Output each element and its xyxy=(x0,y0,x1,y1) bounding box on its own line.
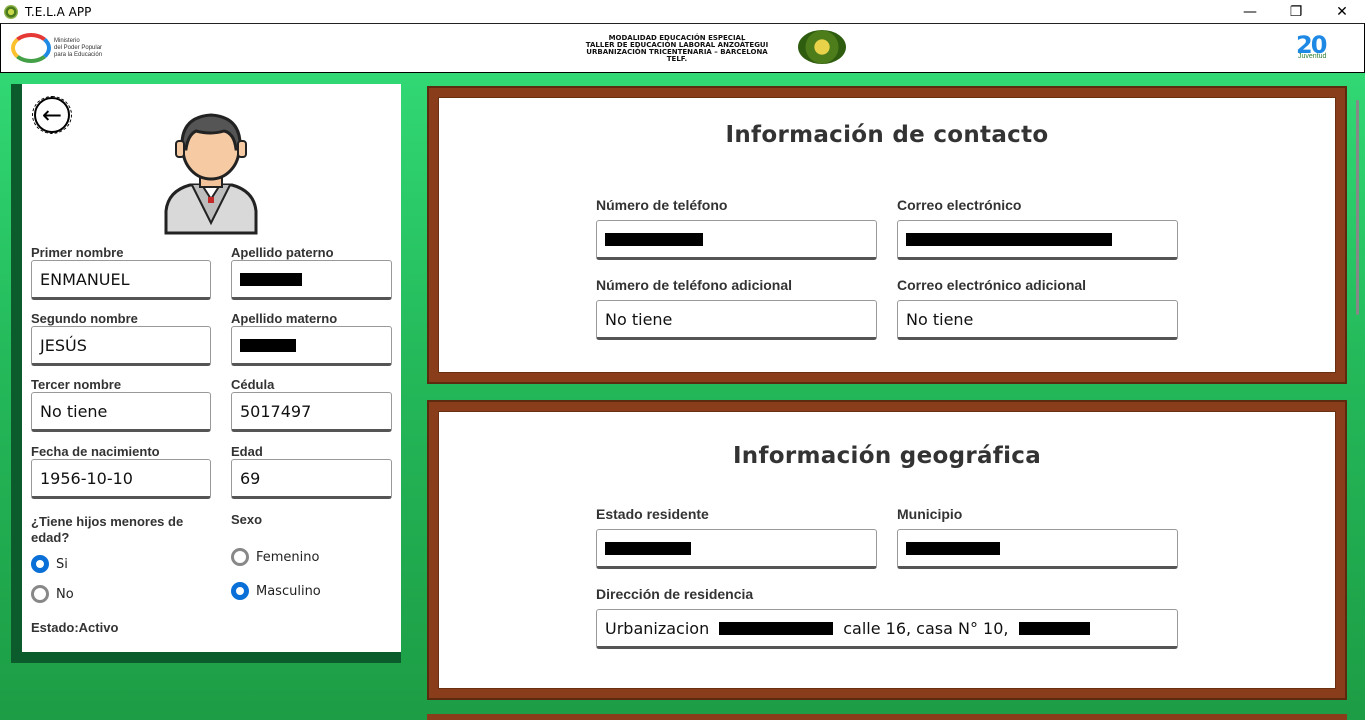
geographic-info-title: Información geográfica xyxy=(732,443,1042,469)
redacted-value xyxy=(719,621,834,635)
extra-phone-field[interactable]: No tiene xyxy=(596,300,877,340)
address-field[interactable]: Urbanizacion calle 16, casa N° 10, xyxy=(596,609,1178,649)
extra-email-label: Correo electrónico adicional xyxy=(897,277,1087,293)
back-button[interactable]: ← xyxy=(32,96,72,134)
children-no-radio[interactable]: No xyxy=(31,585,74,603)
address-part: calle 16, casa N° 10, xyxy=(843,618,1009,638)
age-field[interactable]: 69 xyxy=(231,459,392,499)
ministry-logo: Ministerio del Poder Popular para la Edu… xyxy=(11,33,102,63)
institution-text: MODALIDAD EDUCACIÓN ESPECIAL TALLER DE E… xyxy=(562,35,792,63)
state-field[interactable] xyxy=(596,529,877,569)
vertical-scrollbar[interactable] xyxy=(1356,100,1359,315)
contact-info-title: Información de contacto xyxy=(725,122,1049,148)
status-text: Estado:Activo xyxy=(31,620,119,635)
phone-field[interactable] xyxy=(596,220,877,260)
radio-label: No xyxy=(56,586,74,602)
age-label: Edad xyxy=(231,444,263,459)
radio-unselected-icon xyxy=(31,585,49,603)
institution-seal-icon xyxy=(798,30,846,64)
redacted-value xyxy=(605,232,703,246)
address-label: Dirección de residencia xyxy=(596,586,754,602)
restore-button[interactable]: ❐ xyxy=(1273,0,1319,23)
extra-email-field[interactable]: No tiene xyxy=(897,300,1178,340)
juventud-logo-label: Juventud xyxy=(1298,53,1327,60)
maternal-surname-field[interactable] xyxy=(231,326,392,366)
state-label: Estado residente xyxy=(596,506,709,522)
first-name-label: Primer nombre xyxy=(31,245,124,260)
radio-label: Si xyxy=(56,556,68,572)
children-yes-radio[interactable]: Si xyxy=(31,555,68,573)
phone-label: Número de teléfono xyxy=(596,197,728,213)
redacted-value xyxy=(906,232,1112,246)
id-number-label: Cédula xyxy=(231,377,275,392)
municipality-field[interactable] xyxy=(897,529,1178,569)
radio-selected-icon xyxy=(31,555,49,573)
ministry-logo-line: para la Educación xyxy=(54,51,103,58)
email-label: Correo electrónico xyxy=(897,197,1022,213)
sex-male-radio[interactable]: Masculino xyxy=(231,582,321,600)
app-header: Ministerio del Poder Popular para la Edu… xyxy=(0,23,1365,73)
paternal-surname-label: Apellido paterno xyxy=(231,245,334,260)
birth-date-label: Fecha de nacimiento xyxy=(31,444,160,459)
redacted-value xyxy=(605,541,691,555)
close-button[interactable]: ✕ xyxy=(1319,0,1365,23)
minimize-button[interactable]: — xyxy=(1227,0,1273,23)
third-name-label: Tercer nombre xyxy=(31,377,122,392)
juventud-logo: 20 Juventud xyxy=(1296,33,1354,63)
second-name-label: Segundo nombre xyxy=(31,311,138,326)
arrow-left-icon: ← xyxy=(34,97,70,133)
birth-date-field[interactable]: 1956-10-10 xyxy=(31,459,211,499)
sex-label: Sexo xyxy=(231,512,263,527)
third-name-field[interactable]: No tiene xyxy=(31,392,211,432)
redacted-value xyxy=(906,541,1000,555)
municipality-label: Municipio xyxy=(897,506,963,522)
maternal-surname-label: Apellido materno xyxy=(231,311,338,326)
app-logo-icon xyxy=(4,4,18,19)
window-title: T.E.L.A APP xyxy=(25,4,92,19)
window-titlebar: T.E.L.A APP — ❐ ✕ xyxy=(0,0,1365,23)
redacted-value xyxy=(240,272,302,286)
ministry-logo-line: Ministerio xyxy=(54,37,80,44)
children-question-label: ¿Tiene hijos menores de edad? xyxy=(31,514,184,545)
extra-phone-label: Número de teléfono adicional xyxy=(596,277,793,293)
ministry-logo-icon xyxy=(11,33,51,63)
ministry-logo-line: del Poder Popular xyxy=(54,44,103,51)
radio-unselected-icon xyxy=(231,548,249,566)
next-panel-edge xyxy=(427,714,1347,720)
radio-label: Masculino xyxy=(256,583,321,599)
id-number-field[interactable]: 5017497 xyxy=(231,392,392,432)
second-name-field[interactable]: JESÚS xyxy=(31,326,211,366)
radio-label: Femenino xyxy=(256,549,320,565)
first-name-field[interactable]: ENMANUEL xyxy=(31,260,211,300)
redacted-value xyxy=(1018,621,1090,635)
radio-selected-icon xyxy=(231,582,249,600)
redacted-value xyxy=(240,338,296,352)
institution-line: TELF. xyxy=(666,55,688,63)
address-part: Urbanizacion xyxy=(605,618,710,638)
sex-female-radio[interactable]: Femenino xyxy=(231,548,319,566)
paternal-surname-field[interactable] xyxy=(231,260,392,300)
student-avatar-icon xyxy=(164,113,258,235)
email-field[interactable] xyxy=(897,220,1178,260)
